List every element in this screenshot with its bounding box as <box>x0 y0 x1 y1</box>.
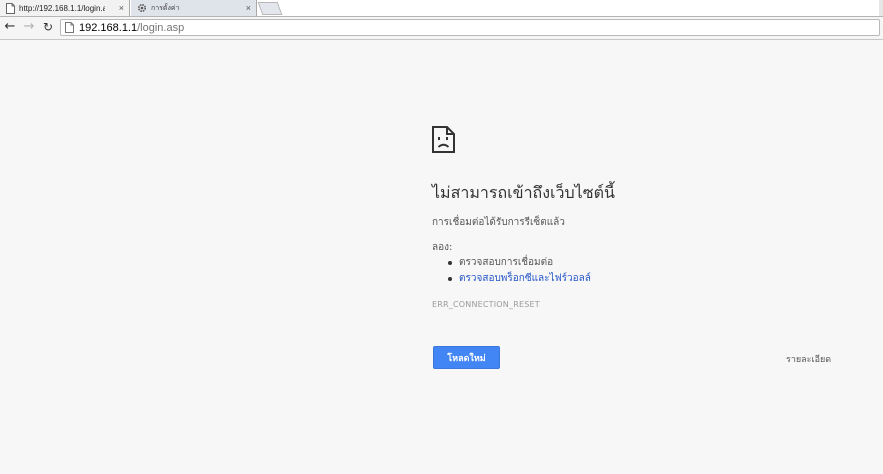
suggestion-check-connection: ตรวจสอบการเชื่อมต่อ <box>432 255 591 271</box>
try-label: ลอง: <box>432 242 453 253</box>
tab-title-login: http://192.168.1.1/login.asp <box>19 3 105 13</box>
suggestion-check-proxy-link[interactable]: ตรวจสอบพร็อกซีและไฟร์วอลล์ <box>432 271 591 287</box>
suggestion-list: ตรวจสอบการเชื่อมต่อ ตรวจสอบพร็อกซีและไฟร… <box>432 255 591 287</box>
sad-page-icon <box>432 126 455 153</box>
tab-settings[interactable]: การตั้งค่า × <box>131 0 257 16</box>
page-icon <box>65 22 74 33</box>
page-icon <box>6 2 15 14</box>
close-icon[interactable]: × <box>119 2 124 14</box>
error-heading: ไม่สามารถเข้าถึงเว็บไซต์นี้ <box>432 183 615 202</box>
url-path: /login.asp <box>137 21 185 34</box>
reload-button[interactable]: โหลดใหม่ <box>433 346 500 369</box>
gear-icon <box>137 3 147 13</box>
tab-strip: http://192.168.1.1/login.asp × การตั้งค่… <box>0 0 883 17</box>
close-icon[interactable]: × <box>246 2 251 14</box>
tab-title-settings: การตั้งค่า <box>151 4 180 12</box>
error-subtext: การเชื่อมต่อได้รับการรีเซ็ตแล้ว <box>432 217 565 228</box>
details-button[interactable]: รายละเอียด <box>786 352 831 366</box>
address-bar[interactable]: 192.168.1.1/login.asp <box>60 19 880 36</box>
url-text[interactable]: 192.168.1.1/login.asp <box>79 22 184 34</box>
window-edge <box>879 0 883 16</box>
reload-icon[interactable]: ↻ <box>40 19 56 35</box>
browser-toolbar: ← → ↻ 192.168.1.1/login.asp <box>0 17 883 40</box>
error-code: ERR_CONNECTION_RESET <box>432 300 540 309</box>
back-arrow-icon[interactable]: ← <box>2 19 18 35</box>
tab-login[interactable]: http://192.168.1.1/login.asp × <box>0 0 130 16</box>
forward-arrow-icon[interactable]: → <box>21 19 37 35</box>
new-tab-button[interactable] <box>257 2 283 15</box>
url-host: 192.168.1.1 <box>79 21 138 34</box>
